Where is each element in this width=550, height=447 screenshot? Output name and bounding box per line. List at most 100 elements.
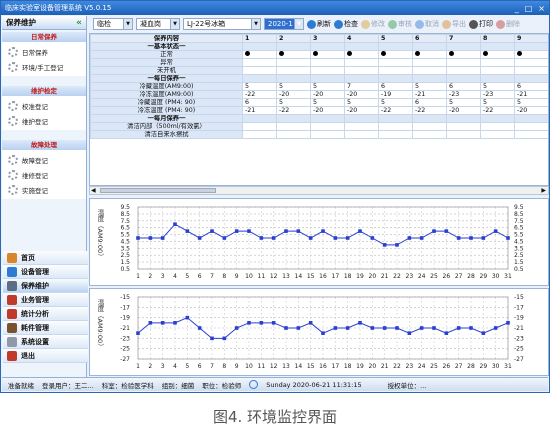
- table-cell[interactable]: -22: [378, 106, 413, 115]
- table-cell[interactable]: [412, 130, 447, 139]
- table-cell[interactable]: [310, 58, 345, 67]
- table-cell[interactable]: -22: [480, 106, 515, 115]
- chevron-down-icon[interactable]: ▼: [294, 19, 303, 29]
- table-cell[interactable]: [480, 66, 515, 75]
- table-cell[interactable]: 5: [310, 82, 345, 91]
- table-cell[interactable]: [480, 130, 515, 139]
- table-row[interactable]: 冷藏温度 (PM4: 90) 6 5 5 5 5 6 5 5 5: [90, 98, 548, 107]
- table-cell[interactable]: -22: [276, 106, 311, 115]
- table-cell[interactable]: [344, 50, 379, 59]
- toolbar-button[interactable]: 刷新: [307, 19, 331, 29]
- table-cell[interactable]: [480, 50, 515, 59]
- position-select[interactable]: 凝血岗 ▼: [136, 18, 180, 30]
- table-cell[interactable]: -21: [242, 106, 277, 115]
- table-cell[interactable]: 6: [378, 82, 413, 91]
- month-picker[interactable]: 2020-1 ▼: [264, 18, 304, 30]
- table-cell[interactable]: [412, 122, 447, 131]
- table-cell[interactable]: [242, 50, 277, 59]
- table-cell[interactable]: [276, 122, 311, 131]
- table-cell[interactable]: -20: [310, 90, 345, 99]
- toolbar-button[interactable]: 检查: [334, 19, 358, 29]
- table-cell[interactable]: -20: [310, 106, 345, 115]
- dept-select[interactable]: 临检 ▼: [93, 18, 133, 30]
- toolbar-button[interactable]: 审核: [388, 19, 412, 29]
- table-cell[interactable]: 5: [480, 98, 515, 107]
- table-cell[interactable]: 5: [446, 98, 481, 107]
- table-row[interactable]: 冷藏温度(AM9:00) 5 5 5 7 6 5 6 5 6: [90, 82, 548, 91]
- sidebar-item[interactable]: 日常保养: [2, 44, 86, 59]
- table-cell[interactable]: -20: [276, 90, 311, 99]
- table-cell[interactable]: [446, 122, 481, 131]
- table-cell[interactable]: -20: [344, 90, 379, 99]
- table-cell[interactable]: 5: [242, 82, 277, 91]
- table-cell[interactable]: [378, 58, 413, 67]
- table-cell[interactable]: [344, 66, 379, 75]
- table-cell[interactable]: [446, 66, 481, 75]
- table-cell[interactable]: [344, 58, 379, 67]
- toolbar-button[interactable]: 取消: [415, 19, 439, 29]
- table-cell[interactable]: -21: [514, 90, 548, 99]
- sidebar-item[interactable]: 维护登记: [2, 113, 86, 128]
- table-cell[interactable]: [412, 58, 447, 67]
- table-cell[interactable]: [344, 122, 379, 131]
- scroll-left-icon[interactable]: ◀: [91, 187, 96, 194]
- table-cell[interactable]: 6: [412, 98, 447, 107]
- table-row[interactable]: 异常: [90, 58, 548, 67]
- table-cell[interactable]: -21: [412, 90, 447, 99]
- table-cell[interactable]: [378, 50, 413, 59]
- table-cell[interactable]: [446, 58, 481, 67]
- table-row[interactable]: 未开机: [90, 66, 548, 75]
- table-cell[interactable]: [242, 66, 277, 75]
- table-cell[interactable]: -23: [480, 90, 515, 99]
- table-cell[interactable]: [242, 122, 277, 131]
- maximize-button[interactable]: □: [525, 4, 533, 13]
- sidebar-item[interactable]: 实施登记: [2, 182, 86, 197]
- table-cell[interactable]: [310, 130, 345, 139]
- nav-item[interactable]: 退出: [3, 349, 88, 363]
- table-cell[interactable]: -19: [378, 90, 413, 99]
- table-cell[interactable]: [514, 58, 548, 67]
- table-cell[interactable]: 5: [378, 98, 413, 107]
- table-cell[interactable]: [378, 130, 413, 139]
- sidebar-item[interactable]: 环境/手工登记: [2, 59, 86, 74]
- table-cell[interactable]: [276, 130, 311, 139]
- nav-item[interactable]: 耗件管理: [3, 321, 88, 335]
- table-cell[interactable]: [412, 50, 447, 59]
- table-row[interactable]: 清洁内部（500ml/有效氯）: [90, 122, 548, 131]
- table-cell[interactable]: [276, 66, 311, 75]
- table-cell[interactable]: 6: [514, 82, 548, 91]
- nav-item[interactable]: 系统设置: [3, 335, 88, 349]
- table-cell[interactable]: [310, 122, 345, 131]
- table-cell[interactable]: [514, 130, 548, 139]
- table-cell[interactable]: [378, 122, 413, 131]
- table-cell[interactable]: 5: [276, 98, 311, 107]
- table-cell[interactable]: -20: [344, 106, 379, 115]
- nav-item[interactable]: 首页: [3, 251, 88, 265]
- nav-item[interactable]: 业务管理: [3, 293, 88, 307]
- table-cell[interactable]: -23: [446, 90, 481, 99]
- table-cell[interactable]: [242, 130, 277, 139]
- table-row[interactable]: 冷冻温度 (PM4: 90) -21 -22 -20 -20 -22 -22 -20 -22 -2…: [90, 106, 548, 115]
- table-cell[interactable]: -22: [412, 106, 447, 115]
- table-cell[interactable]: 5: [514, 98, 548, 107]
- table-cell[interactable]: 5: [480, 82, 515, 91]
- table-cell[interactable]: [480, 58, 515, 67]
- table-cell[interactable]: [276, 50, 311, 59]
- sidebar-item[interactable]: 维修登记: [2, 167, 86, 182]
- table-cell[interactable]: -20: [446, 106, 481, 115]
- table-row[interactable]: 清洁自来水擦拭: [90, 130, 548, 139]
- table-cell[interactable]: [514, 66, 548, 75]
- table-cell[interactable]: 5: [276, 82, 311, 91]
- table-cell[interactable]: [480, 122, 515, 131]
- table-cell[interactable]: [378, 66, 413, 75]
- table-cell[interactable]: -20: [514, 106, 548, 115]
- sidebar-item[interactable]: 校准登记: [2, 98, 86, 113]
- table-cell[interactable]: 7: [344, 82, 379, 91]
- table-cell[interactable]: [310, 66, 345, 75]
- sidebar-item[interactable]: 故障登记: [2, 152, 86, 167]
- chevron-down-icon[interactable]: ▼: [123, 19, 132, 29]
- table-cell[interactable]: 6: [242, 98, 277, 107]
- table-cell[interactable]: [276, 58, 311, 67]
- table-cell[interactable]: [446, 50, 481, 59]
- nav-item[interactable]: 统计分析: [3, 307, 88, 321]
